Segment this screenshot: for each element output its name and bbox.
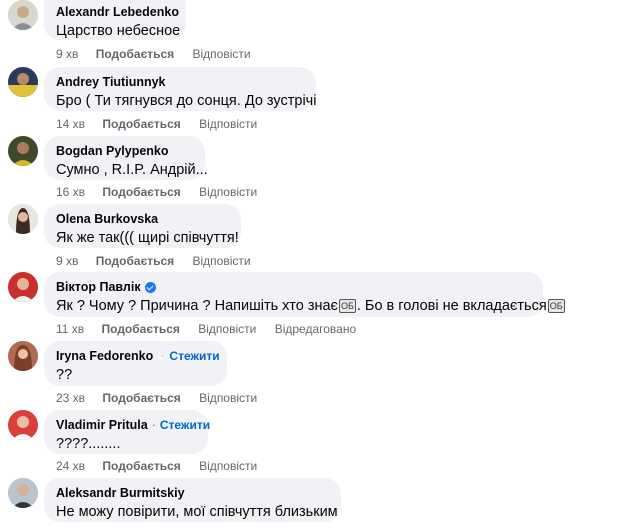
author-name[interactable]: Bogdan Pylypenko bbox=[56, 143, 169, 159]
edited-label: Відредаговано bbox=[274, 322, 357, 336]
comment-bubble: Iryna Fedorenko · Стежити ?? bbox=[44, 341, 227, 386]
avatar[interactable] bbox=[8, 0, 38, 30]
avatar[interactable] bbox=[8, 272, 38, 302]
avatar[interactable] bbox=[8, 341, 38, 371]
reply-button[interactable]: Відповісти bbox=[199, 391, 257, 405]
like-button[interactable]: Подобається bbox=[102, 391, 180, 405]
verified-badge-icon bbox=[144, 281, 156, 293]
timestamp[interactable]: 11 хв bbox=[56, 322, 84, 336]
like-button[interactable]: Подобається bbox=[102, 117, 180, 131]
comment-text: Царство небесное bbox=[56, 23, 181, 39]
like-button[interactable]: Подобається bbox=[102, 459, 180, 473]
comment-bubble: Віктор Павлік Як ? Чому ? Причина ? Напи… bbox=[44, 272, 565, 317]
author-name[interactable]: Vladimir Pritula bbox=[56, 417, 148, 433]
comment-bubble: Alexandr Lebedenko Царство небесное bbox=[44, 0, 186, 40]
comment-bubble: Andrey Tiutiunnyk Бро ( Ти тягнувся до с… bbox=[44, 67, 316, 111]
comment-text: Як ? Чому ? Причина ? Напишіть хто знає О… bbox=[56, 297, 565, 316]
timestamp[interactable]: 16 хв bbox=[56, 185, 85, 199]
reply-button[interactable]: Відповісти bbox=[199, 459, 257, 473]
reply-button[interactable]: Відповісти bbox=[192, 47, 250, 61]
comment-bubble: Bogdan Pylypenko Сумно , R.I.P. Андрій..… bbox=[44, 136, 208, 180]
comment-bubble: Olena Burkovska Як же так((( щирі співчу… bbox=[44, 204, 241, 248]
avatar[interactable] bbox=[8, 136, 38, 166]
comment-actions: 16 хв Подобається Відповісти bbox=[56, 185, 272, 199]
follow-button[interactable]: Стежити bbox=[160, 417, 210, 433]
separator-dot: · bbox=[151, 418, 156, 432]
author-name[interactable]: Aleksandr Burmitskiy bbox=[56, 485, 185, 501]
like-button[interactable]: Подобається bbox=[96, 254, 174, 268]
comment-bubble: Aleksandr Burmitskiy Не можу повірити, м… bbox=[44, 478, 341, 522]
text-segment: Як ? Чому ? Причина ? Напишіть хто знає bbox=[56, 298, 338, 314]
comment-text: Не можу повірити, мої співчуття близьким bbox=[56, 504, 338, 520]
emoji-badge: ОБ bbox=[547, 299, 565, 314]
author-name[interactable]: Alexandr Lebedenko bbox=[56, 4, 179, 20]
text-segment: . Бо в голові не вкладається bbox=[356, 298, 547, 314]
like-button[interactable]: Подобається bbox=[102, 185, 180, 199]
timestamp[interactable]: 9 хв bbox=[56, 254, 78, 268]
author-name[interactable]: Olena Burkovska bbox=[56, 211, 158, 227]
comment-text: ????........ bbox=[56, 436, 121, 452]
like-button[interactable]: Подобається bbox=[102, 322, 180, 336]
timestamp[interactable]: 24 хв bbox=[56, 459, 85, 473]
comment-actions: 9 хв Подобається Відповісти bbox=[56, 254, 266, 268]
comment-bubble: Vladimir Pritula · Стежити ????........ bbox=[44, 410, 210, 454]
avatar[interactable] bbox=[8, 204, 38, 234]
emoji-badge: ОБ bbox=[338, 299, 356, 314]
reply-button[interactable]: Відповісти bbox=[199, 117, 257, 131]
comment-actions: 14 хв Подобається Відповісти bbox=[56, 117, 272, 131]
comment-text: Бро ( Ти тягнувся до сонця. До зустрічі bbox=[56, 93, 317, 109]
reply-button[interactable]: Відповісти bbox=[192, 254, 250, 268]
comment-actions: 9 хв Подобається Відповісти bbox=[56, 47, 266, 61]
comment-text: Як же так((( щирі співчуття! bbox=[56, 230, 239, 246]
comment-text: Сумно , R.I.P. Андрій... bbox=[56, 162, 208, 178]
timestamp[interactable]: 9 хв bbox=[56, 47, 78, 61]
author-name[interactable]: Andrey Tiutiunnyk bbox=[56, 74, 166, 90]
avatar[interactable] bbox=[8, 478, 38, 508]
timestamp[interactable]: 14 хв bbox=[56, 117, 85, 131]
reply-button[interactable]: Відповісти bbox=[199, 185, 257, 199]
reply-button[interactable]: Відповісти bbox=[198, 322, 256, 336]
like-button[interactable]: Подобається bbox=[96, 47, 174, 61]
comment-actions: 11 хв Подобається Відповісти Відредагова… bbox=[56, 322, 371, 336]
avatar[interactable] bbox=[8, 67, 38, 97]
author-name[interactable]: Віктор Павлік bbox=[56, 279, 141, 295]
comment-text: ?? bbox=[56, 367, 73, 383]
comment-actions: 24 хв Подобається Відповісти bbox=[56, 459, 272, 473]
avatar[interactable] bbox=[8, 410, 38, 440]
author-name[interactable]: Iryna Fedorenko bbox=[56, 348, 153, 364]
timestamp[interactable]: 23 хв bbox=[56, 391, 85, 405]
comment-actions: 23 хв Подобається Відповісти bbox=[56, 391, 272, 405]
follow-button[interactable]: Стежити bbox=[169, 348, 219, 364]
